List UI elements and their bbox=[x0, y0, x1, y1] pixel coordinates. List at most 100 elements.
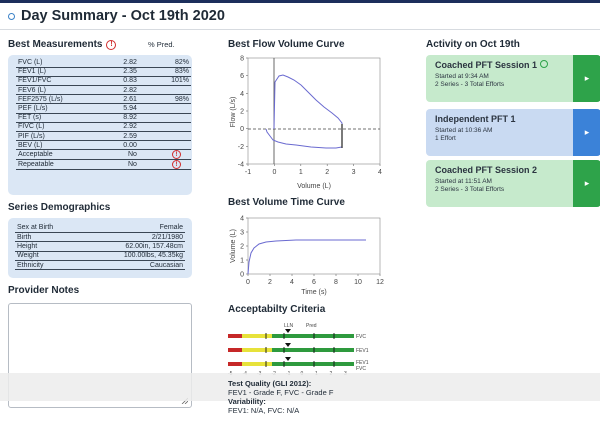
measurement-row: PIF (L/s) 2.59 bbox=[16, 131, 191, 142]
volume-time-curve bbox=[247, 239, 366, 275]
y-tick-label: -4 bbox=[238, 162, 244, 169]
measurement-name: Acceptable bbox=[16, 149, 100, 161]
activity-card-efforts: 2 Series - 3 Total Efforts bbox=[435, 81, 505, 88]
y-tick-label: 1 bbox=[240, 258, 244, 265]
acceptability-chart: LLN Pred FVCFEV1FEV1FVC -5-4-3-2-10123 bbox=[228, 323, 369, 376]
measurement-row: FEF2575 (L/s) 2.61 98% bbox=[16, 94, 191, 105]
open-arrow-button[interactable]: ▸ bbox=[573, 160, 600, 207]
acceptability-row bbox=[228, 357, 354, 367]
measurement-pred: 98% bbox=[138, 94, 191, 105]
y-tick-label: 2 bbox=[240, 244, 244, 251]
x-tick-label: 2 bbox=[268, 279, 272, 286]
activity-card-name: Independent PFT 1 bbox=[435, 114, 516, 124]
volume-time-xlabel: Time (s) bbox=[301, 289, 326, 296]
demographic-name: Birth bbox=[15, 232, 82, 243]
measurement-pred bbox=[138, 113, 191, 123]
flow-volume-xlabel: Volume (L) bbox=[297, 183, 331, 190]
y-tick-label: -2 bbox=[238, 144, 244, 151]
chevron-right-icon: ▸ bbox=[584, 73, 590, 83]
series-demographics-table: Sex at Birth Female Birth 2/21/1980 Height… bbox=[15, 223, 185, 271]
measurement-row: FEV1 (L) 2.35 83% bbox=[16, 67, 191, 77]
measurement-value: 2.92 bbox=[99, 122, 139, 133]
measurement-row: FIVC (L) 2.92 bbox=[16, 122, 191, 133]
activity-card-title: Independent PFT 1 bbox=[435, 114, 564, 125]
test-quality-title: Test Quality (GLI 2012): bbox=[228, 379, 312, 388]
y-tick-label: 8 bbox=[240, 56, 244, 63]
measurement-value: 2.35 bbox=[99, 67, 139, 77]
volume-time-title: Best Volume Time Curve bbox=[228, 197, 345, 208]
x-tick-label: 1 bbox=[299, 169, 303, 176]
flow-volume-chart: 8 6 4 2 0 -2 -4-1 0 1 2 3 4 Flow (L/s) Volume (L) bbox=[230, 56, 382, 191]
measurement-value: 2.61 bbox=[99, 94, 139, 105]
open-arrow-button[interactable]: ▸ bbox=[573, 109, 600, 156]
measurement-row: FVC (L) 2.82 82% bbox=[16, 58, 191, 68]
range-segment bbox=[228, 334, 242, 338]
activity-heading: Activity on Oct 19th bbox=[426, 39, 520, 50]
x-tick-label: 8 bbox=[334, 279, 338, 286]
flow-volume-title: Best Flow Volume Curve bbox=[228, 39, 345, 50]
activity-card[interactable]: Coached PFT Session 2 Started at 11:51 A… bbox=[426, 160, 600, 207]
measurement-value: No bbox=[99, 159, 139, 171]
pct-pred-label: % Pred. bbox=[148, 40, 175, 49]
measurement-value: 5.94 bbox=[99, 103, 139, 114]
measurement-row: FEV1/FVC 0.83 101% bbox=[16, 76, 191, 87]
measurement-name: FVC (L) bbox=[16, 58, 100, 68]
measurement-value: 0.83 bbox=[99, 76, 139, 87]
demographic-row: Weight 100.00lbs, 45.35kg bbox=[15, 251, 185, 262]
measurement-name: FEV1/FVC bbox=[16, 76, 100, 87]
measurement-row: BEV (L) 0.00 bbox=[16, 140, 191, 151]
demographic-row: Ethnicity Caucasian bbox=[15, 260, 185, 271]
y-tick-label: 2 bbox=[240, 109, 244, 116]
warning-icon: ! bbox=[172, 160, 181, 170]
x-tick-label: 3 bbox=[352, 169, 356, 176]
measurement-value: 2.82 bbox=[99, 85, 139, 96]
best-measurements-panel: FVC (L) 2.82 82% FEV1 (L) 2.35 83% FEV1/FV… bbox=[8, 55, 192, 195]
measurement-row: Acceptable No ! bbox=[16, 149, 191, 161]
page-header: Day Summary - Oct 19th 2020 bbox=[0, 3, 600, 30]
x-tick-label: 6 bbox=[312, 279, 316, 286]
demographic-name: Height bbox=[15, 241, 82, 252]
marker-icon bbox=[285, 343, 291, 347]
check-circle-icon bbox=[539, 60, 548, 68]
measurement-row: Repeatable No ! bbox=[16, 159, 191, 171]
y-tick-label: 4 bbox=[240, 91, 244, 98]
activity-card-body: Coached PFT Session 1 Started at 9:34 AM… bbox=[426, 55, 573, 102]
activity-card-body: Independent PFT 1 Started at 10:36 AM 1 … bbox=[426, 109, 573, 156]
demographic-value: Caucasian bbox=[81, 260, 185, 271]
range-segment bbox=[242, 334, 272, 338]
lln-label: LLN bbox=[284, 323, 294, 329]
warning-icon: ! bbox=[106, 40, 117, 50]
x-tick-label: 0 bbox=[246, 279, 250, 286]
measurement-name: PEF (L/s) bbox=[16, 103, 100, 114]
provider-notes-heading: Provider Notes bbox=[8, 285, 80, 296]
demographic-row: Height 62.00in, 157.48cm bbox=[15, 241, 185, 252]
measurement-pred: 82% bbox=[138, 58, 191, 68]
activity-card-efforts: 2 Series - 3 Total Efforts bbox=[435, 186, 505, 193]
flow-volume-ylabel: Flow (L/s) bbox=[230, 97, 237, 128]
activity-card[interactable]: Independent PFT 1 Started at 10:36 AM 1 … bbox=[426, 109, 600, 156]
measurement-pred bbox=[138, 131, 191, 142]
measurement-value: 2.82 bbox=[99, 58, 139, 68]
activity-card-body: Coached PFT Session 2 Started at 11:51 A… bbox=[426, 160, 573, 207]
x-tick-label: -1 bbox=[245, 169, 251, 176]
x-tick-label: 10 bbox=[354, 279, 362, 286]
measurement-name: BEV (L) bbox=[16, 140, 100, 151]
demographic-name: Weight bbox=[15, 251, 82, 262]
activity-card-start: Started at 11:51 AM bbox=[435, 178, 492, 185]
measurement-value: 2.59 bbox=[99, 131, 139, 142]
variability-title: Variability: bbox=[228, 397, 266, 406]
measurement-pred bbox=[138, 85, 191, 96]
measurement-name: Repeatable bbox=[16, 159, 100, 171]
activity-card-start: Started at 9:34 AM bbox=[435, 73, 489, 80]
flow-volume-curve bbox=[265, 74, 343, 149]
open-arrow-button[interactable]: ▸ bbox=[573, 55, 600, 102]
acceptability-row-label: FEV1 bbox=[356, 348, 369, 354]
activity-card-efforts: 1 Effort bbox=[435, 135, 456, 142]
activity-card-name: Coached PFT Session 2 bbox=[435, 165, 538, 175]
activity-card[interactable]: Coached PFT Session 1 Started at 9:34 AM… bbox=[426, 55, 600, 102]
measurement-pred bbox=[138, 122, 191, 133]
series-demographics-panel: Sex at Birth Female Birth 2/21/1980 Height… bbox=[8, 218, 192, 278]
marker-icon bbox=[285, 329, 291, 333]
acceptability-row bbox=[228, 329, 354, 339]
circle-icon bbox=[8, 12, 15, 20]
